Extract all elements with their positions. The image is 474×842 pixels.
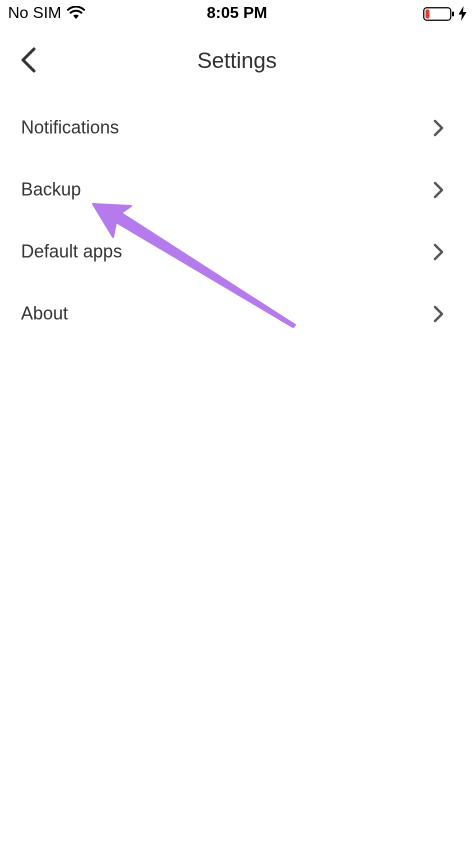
page-title: Settings <box>197 48 277 73</box>
settings-item-about[interactable]: About <box>0 283 474 345</box>
charging-icon <box>458 6 467 21</box>
chevron-right-icon <box>433 243 444 261</box>
chevron-right-icon <box>433 305 444 323</box>
chevron-right-icon <box>433 181 444 199</box>
clock: 8:05 PM <box>206 5 268 22</box>
settings-item-label: Notifications <box>21 117 120 138</box>
battery-icon <box>423 7 454 21</box>
settings-item-label: About <box>21 303 69 324</box>
settings-item-label: Default apps <box>21 241 123 262</box>
settings-item-notifications[interactable]: Notifications <box>0 97 474 159</box>
chevron-right-icon <box>433 119 444 137</box>
header: Settings <box>0 28 474 94</box>
settings-item-label: Backup <box>21 179 82 200</box>
settings-list: Notifications Backup Default apps About <box>0 97 474 345</box>
settings-item-default-apps[interactable]: Default apps <box>0 221 474 283</box>
status-bar: No SIM 8:05 PM <box>0 0 474 28</box>
settings-item-backup[interactable]: Backup <box>0 159 474 221</box>
